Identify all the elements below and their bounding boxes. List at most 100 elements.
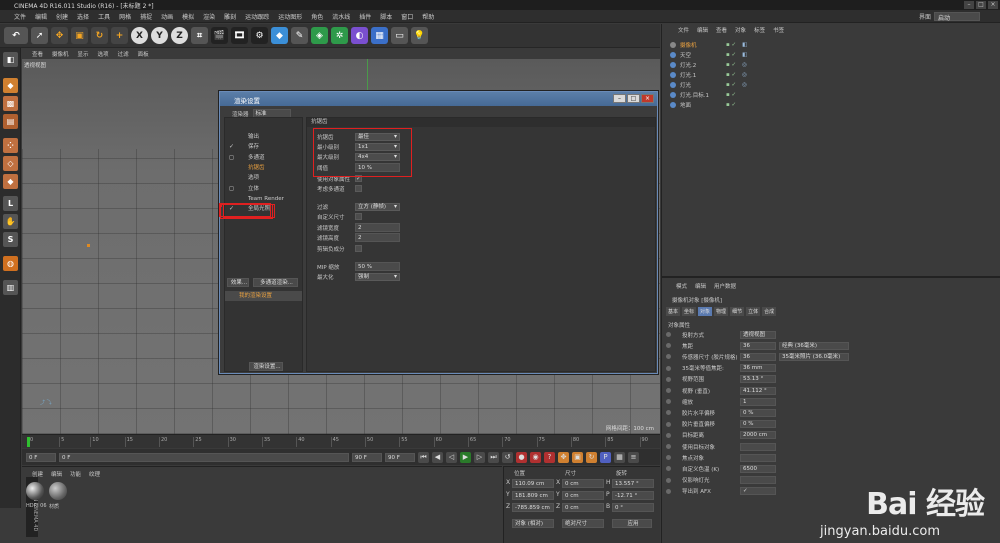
attr-animate-dot[interactable]: [666, 343, 671, 349]
render-settings-item[interactable]: ✓ 保存: [225, 142, 302, 152]
aa-setting-checkbox[interactable]: [355, 185, 362, 192]
make-editable-icon[interactable]: ◧: [3, 52, 18, 67]
key-scale-icon[interactable]: ▣: [572, 451, 583, 463]
menu-item[interactable]: 创建: [56, 12, 68, 21]
coord-size-field[interactable]: 0 cm: [562, 503, 604, 512]
aa-setting-field[interactable]: 50 %: [355, 262, 400, 271]
attr-value-field[interactable]: [740, 453, 776, 462]
material-menu-item[interactable]: 纹理: [89, 470, 100, 478]
visibility-icon[interactable]: ▪ ✓: [726, 62, 736, 68]
subdivision-icon[interactable]: ◈: [311, 27, 328, 44]
attr-value-field[interactable]: 36: [740, 341, 776, 350]
attr-animate-dot[interactable]: [666, 399, 671, 405]
attr-value-field[interactable]: 透视视图: [740, 330, 776, 339]
attr-value-field[interactable]: 0 %: [740, 420, 776, 429]
attr-tab[interactable]: 立体: [746, 307, 761, 316]
frame-end2-field[interactable]: 90 F: [385, 452, 415, 462]
scale-icon[interactable]: ▣: [71, 27, 88, 44]
tweak-icon[interactable]: ✋: [3, 214, 18, 229]
key-rot-icon[interactable]: ↻: [586, 451, 597, 463]
points-mode-icon[interactable]: ⁘: [3, 138, 18, 153]
attr-menu-item[interactable]: 编辑: [695, 282, 706, 290]
object-menu-item[interactable]: 书签: [773, 26, 784, 36]
object-row[interactable]: 灯光.目标.1 ▪ ✓: [670, 90, 990, 99]
menu-item[interactable]: 脚本: [380, 12, 392, 21]
visibility-icon[interactable]: ▪ ✓: [726, 92, 736, 98]
coord-position-field[interactable]: 110.09 cm: [512, 479, 554, 488]
visibility-icon[interactable]: ▪ ✓: [726, 52, 736, 58]
attr-tab[interactable]: 对象: [698, 307, 713, 316]
render-view-icon[interactable]: 🎬: [211, 27, 228, 44]
key-param-icon[interactable]: P: [600, 451, 611, 463]
menu-item[interactable]: 流水线: [332, 12, 350, 21]
deformer-icon[interactable]: ◐: [351, 27, 368, 44]
prev-key-icon[interactable]: ◀: [432, 451, 443, 463]
render-settings-item[interactable]: ◻ 立体: [225, 184, 302, 194]
attr-value-field[interactable]: 53.13 °: [740, 375, 776, 384]
menu-item[interactable]: 文件: [14, 12, 26, 21]
menu-item[interactable]: 窗口: [401, 12, 413, 21]
next-key-icon[interactable]: ▷: [474, 451, 485, 463]
menu-item[interactable]: 帮助: [422, 12, 434, 21]
menu-item[interactable]: 工具: [98, 12, 110, 21]
edges-mode-icon[interactable]: ◇: [3, 156, 18, 171]
attr-animate-dot[interactable]: [666, 466, 671, 472]
axis-mode-icon[interactable]: L: [3, 196, 18, 211]
floor-icon[interactable]: ▦: [371, 27, 388, 44]
grid-icon[interactable]: ▥: [3, 280, 18, 295]
x-axis-icon[interactable]: X: [131, 27, 148, 44]
frame-start-field[interactable]: 0 F: [26, 452, 56, 462]
attr-value-field[interactable]: 6500: [740, 464, 776, 473]
add-icon[interactable]: +: [111, 27, 128, 44]
rotate-icon[interactable]: ↻: [91, 27, 108, 44]
material-menu-item[interactable]: 编辑: [51, 470, 62, 478]
visibility-icon[interactable]: ▪ ✓: [726, 82, 736, 88]
snap-icon[interactable]: S: [3, 232, 18, 247]
aa-setting-select[interactable]: 立方 (静帧): [355, 202, 400, 211]
object-row[interactable]: 地面 ▪ ✓: [670, 100, 990, 109]
coord-position-field[interactable]: -785.859 cm: [512, 503, 554, 512]
attr-value-field[interactable]: [740, 476, 776, 485]
menu-item[interactable]: 模拟: [182, 12, 194, 21]
dialog-close-button[interactable]: ×: [641, 94, 654, 103]
light-icon[interactable]: 💡: [411, 27, 428, 44]
attr-animate-dot[interactable]: [666, 432, 671, 438]
render-settings-item[interactable]: 抗锯齿: [225, 163, 302, 173]
attr-animate-dot[interactable]: [666, 365, 671, 371]
coord-rotation-field[interactable]: 0 °: [612, 503, 654, 512]
aa-setting-select[interactable]: 强制: [355, 272, 400, 281]
move-icon[interactable]: ✥: [51, 27, 68, 44]
material-menu-item[interactable]: 功能: [70, 470, 81, 478]
viewport-menu-item[interactable]: 过滤: [118, 50, 129, 58]
object-menu-item[interactable]: 文件: [678, 26, 689, 36]
array-icon[interactable]: ✲: [331, 27, 348, 44]
undo-icon[interactable]: ↶: [4, 27, 28, 44]
object-menu-item[interactable]: 编辑: [697, 26, 708, 36]
render-picture-icon[interactable]: 🎞: [231, 27, 248, 44]
attr-animate-dot[interactable]: [666, 444, 671, 449]
attr-preset-select[interactable]: 35毫米照片 (36.0毫米): [779, 352, 849, 361]
object-row[interactable]: 灯光.1 ▪ ✓ ◎: [670, 70, 990, 79]
object-menu-item[interactable]: 对象: [735, 26, 746, 36]
attr-value-field[interactable]: 36 mm: [740, 364, 776, 373]
object-row[interactable]: 灯光 ▪ ✓ ◎: [670, 80, 990, 89]
attr-tab[interactable]: 基本: [666, 307, 681, 316]
object-menu-item[interactable]: 查看: [716, 26, 727, 36]
aa-setting-field[interactable]: 2: [355, 223, 400, 232]
record-icon[interactable]: ●: [516, 451, 527, 463]
y-axis-icon[interactable]: Y: [151, 27, 168, 44]
go-start-icon[interactable]: ⏮: [418, 451, 429, 463]
menu-item[interactable]: 插件: [359, 12, 371, 21]
material-hdri-swatch[interactable]: [26, 482, 44, 500]
model-mode-icon[interactable]: ◆: [3, 78, 18, 93]
texture-mode-icon[interactable]: ▩: [3, 96, 18, 111]
layout-dropdown[interactable]: 启动: [934, 12, 980, 22]
tag-icon[interactable]: ◧: [742, 42, 747, 48]
menu-item[interactable]: 网格: [119, 12, 131, 21]
attr-animate-dot[interactable]: [666, 388, 671, 393]
object-row[interactable]: 天空 ▪ ✓ ◧: [670, 50, 990, 59]
attr-tab[interactable]: 坐标: [682, 307, 697, 316]
close-button[interactable]: ×: [988, 1, 998, 9]
tag-icon[interactable]: ◎: [742, 82, 747, 88]
menu-item[interactable]: 选择: [77, 12, 89, 21]
